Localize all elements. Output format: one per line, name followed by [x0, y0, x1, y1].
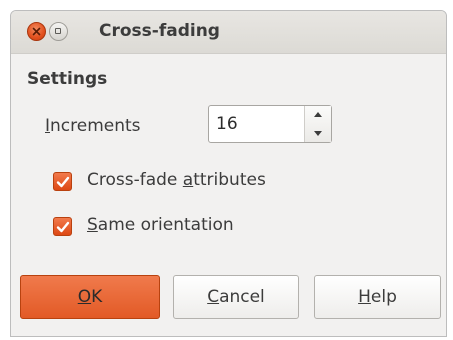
checkmark-icon	[56, 221, 70, 233]
same-orientation-checkbox[interactable]	[53, 217, 72, 236]
cross-fading-dialog: Cross-fading Settings Increments Cross-f…	[10, 10, 447, 337]
close-button[interactable]	[27, 22, 46, 41]
help-mnemonic: H	[358, 287, 371, 307]
cross-fade-attributes-checkbox[interactable]	[53, 172, 72, 191]
window-title: Cross-fading	[99, 21, 220, 41]
cross-fade-attributes-label: Cross-fade attributes	[87, 170, 266, 190]
chevron-down-icon	[314, 131, 322, 136]
cancel-mnemonic: C	[207, 287, 220, 307]
cancel-rest: ancel	[219, 287, 265, 307]
spin-buttons	[304, 106, 331, 142]
help-button[interactable]: Help	[314, 275, 441, 319]
help-rest: elp	[370, 287, 397, 307]
ok-rest: K	[91, 287, 103, 307]
increments-spinbox	[208, 105, 332, 143]
settings-heading: Settings	[27, 69, 108, 89]
chevron-up-icon	[314, 112, 322, 117]
title-bar: Cross-fading	[11, 11, 446, 54]
increment-up-button[interactable]	[305, 106, 331, 124]
cross-fade-label-before: Cross-fade	[87, 170, 183, 190]
maximize-icon	[55, 28, 61, 34]
increments-input[interactable]	[209, 106, 305, 142]
increment-down-button[interactable]	[305, 124, 331, 142]
ok-button[interactable]: OK	[20, 275, 160, 319]
cancel-button[interactable]: Cancel	[173, 275, 299, 319]
cross-fade-label-after: ttributes	[193, 170, 266, 190]
close-icon	[32, 27, 41, 36]
ok-mnemonic: O	[77, 287, 92, 307]
cross-fade-label-mnemonic: a	[182, 170, 194, 190]
increments-label: Increments	[45, 116, 141, 136]
maximize-button[interactable]	[49, 22, 68, 41]
same-orientation-label-mnemonic: S	[87, 215, 98, 235]
checkmark-icon	[56, 176, 70, 188]
same-orientation-label-rest: ame orientation	[97, 215, 234, 235]
same-orientation-label: Same orientation	[87, 215, 234, 235]
increments-label-rest: ncrements	[50, 116, 141, 136]
